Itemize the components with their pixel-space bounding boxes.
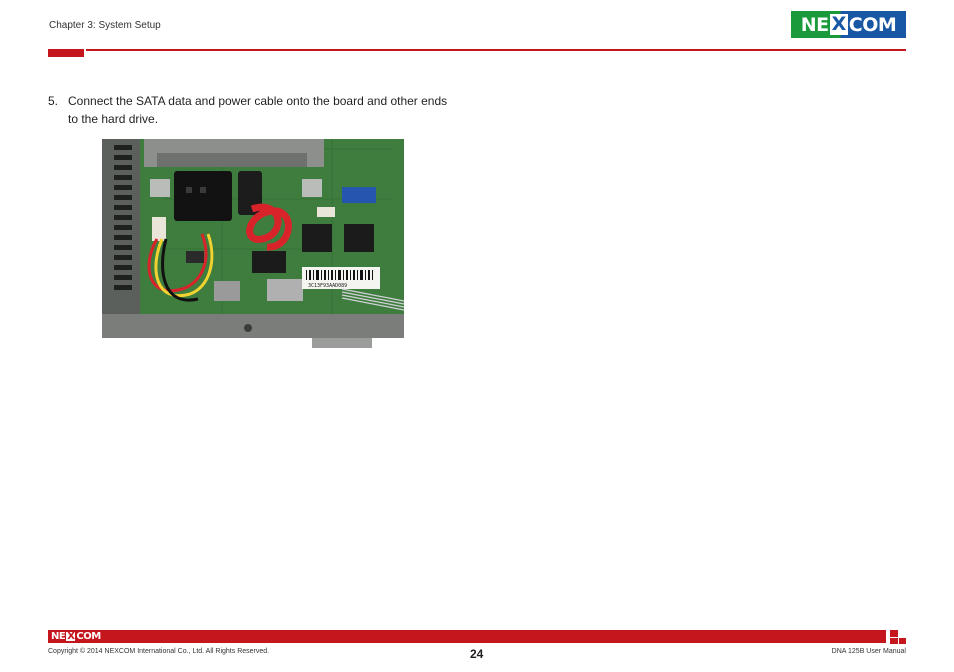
chapter-title: Chapter 3: System Setup — [49, 20, 161, 31]
step-5: 5. Connect the SATA data and power cable… — [48, 92, 478, 128]
footer-logo-suffix: COM — [76, 631, 101, 642]
step-text-line2: to the hard drive. — [68, 112, 159, 126]
logo-suffix: COM — [848, 13, 897, 36]
footer-square-icon — [890, 638, 898, 644]
label-sticker-text: 3C13F93AAD089 — [308, 283, 347, 289]
logo-prefix: NE — [800, 13, 829, 36]
copyright-text: Copyright © 2014 NEXCOM International Co… — [48, 648, 270, 655]
photo-illustration: 3C13F93AAD089 — [102, 139, 404, 348]
sata-installation-photo: 3C13F93AAD089 — [102, 139, 404, 348]
page-number: 24 — [470, 647, 484, 661]
footer-logo-mid: X — [66, 631, 76, 642]
manual-name: DNA 125B User Manual — [831, 648, 906, 655]
header-accent-block — [48, 49, 84, 57]
footer-logo-prefix: NE — [51, 631, 66, 642]
step-text-line1: Connect the SATA data and power cable on… — [68, 94, 448, 108]
footer-square-icon — [890, 630, 898, 637]
footer-nexcom-logo: NE X COM — [51, 631, 101, 642]
header-rule — [86, 49, 906, 51]
logo-mid: X — [829, 13, 848, 35]
footer-square-icon — [899, 638, 906, 644]
footer-bar — [48, 630, 886, 643]
step-number: 5. — [48, 94, 59, 108]
nexcom-logo: NE X COM — [791, 11, 906, 38]
